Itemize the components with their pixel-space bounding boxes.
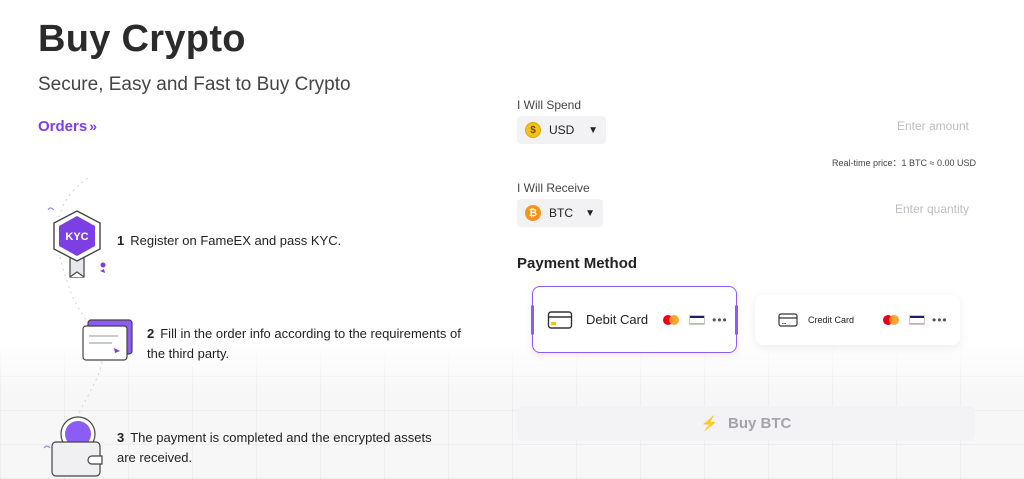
debit-card-label: Debit Card [586, 312, 649, 327]
svg-text:•••: ••• [782, 321, 787, 326]
page-title: Buy Crypto [38, 18, 246, 60]
receive-currency-select[interactable]: ₿ BTC ▼ [517, 199, 603, 227]
realtime-price: Real-time price：1 BTC ≈ 0.00 USD [832, 158, 976, 168]
visa-icon [689, 314, 706, 325]
step-2: 2 Fill in the order info according to the… [147, 324, 477, 364]
more-methods-icon: ••• [712, 312, 728, 327]
step-1: 1 Register on FameEX and pass KYC. [117, 231, 341, 251]
step-3: 3 The payment is completed and the encryp… [117, 428, 437, 468]
more-methods-icon: ••• [932, 313, 948, 327]
mastercard-icon [663, 314, 680, 325]
selected-indicator [531, 305, 534, 335]
receive-label: I Will Receive [517, 181, 590, 195]
order-form-icon [82, 319, 133, 361]
spend-currency-select[interactable]: $ USD ▼ [517, 116, 606, 144]
debit-card-icon [547, 310, 573, 329]
step-2-text: Fill in the order info according to the … [147, 326, 461, 361]
usd-coin-icon: $ [525, 122, 541, 138]
payment-option-debit-card[interactable]: Debit Card ••• [531, 286, 738, 353]
payment-method-title: Payment Method [517, 255, 638, 272]
kyc-badge-icon: KYC [47, 207, 106, 278]
step-3-text: The payment is completed and the encrypt… [117, 430, 432, 465]
credit-card-icon: ••• [778, 313, 798, 327]
buy-button-label: Buy BTC [728, 415, 792, 432]
visa-icon [909, 315, 926, 325]
caret-down-icon: ▼ [585, 207, 595, 219]
caret-down-icon: ▼ [588, 124, 598, 136]
orders-link[interactable]: Orders» [38, 118, 97, 135]
receive-currency-value: BTC [549, 206, 573, 220]
mastercard-icon [883, 315, 900, 325]
spend-amount-input[interactable] [760, 116, 971, 136]
kyc-badge-text: KYC [65, 231, 88, 243]
step-2-number: 2 [147, 326, 155, 341]
step-1-text: Register on FameEX and pass KYC. [130, 233, 342, 248]
spend-label: I Will Spend [517, 98, 582, 112]
credit-card-label: Credit Card [808, 315, 855, 325]
page-subtitle: Secure, Easy and Fast to Buy Crypto [38, 74, 351, 95]
wallet-icon [43, 416, 103, 477]
orders-link-label: Orders [38, 118, 88, 135]
selected-indicator [735, 305, 738, 335]
btc-coin-icon: ₿ [525, 205, 541, 221]
lightning-icon: ⚡ [700, 415, 719, 431]
spend-currency-value: USD [549, 123, 575, 137]
buy-button[interactable]: ⚡ Buy BTC [517, 406, 975, 441]
step-1-number: 1 [117, 233, 125, 248]
step-3-number: 3 [117, 430, 125, 445]
payment-option-credit-card[interactable]: ••• Credit Card ••• [755, 295, 960, 345]
receive-quantity-input[interactable] [760, 199, 971, 219]
double-chevron-right-icon: » [89, 118, 97, 134]
